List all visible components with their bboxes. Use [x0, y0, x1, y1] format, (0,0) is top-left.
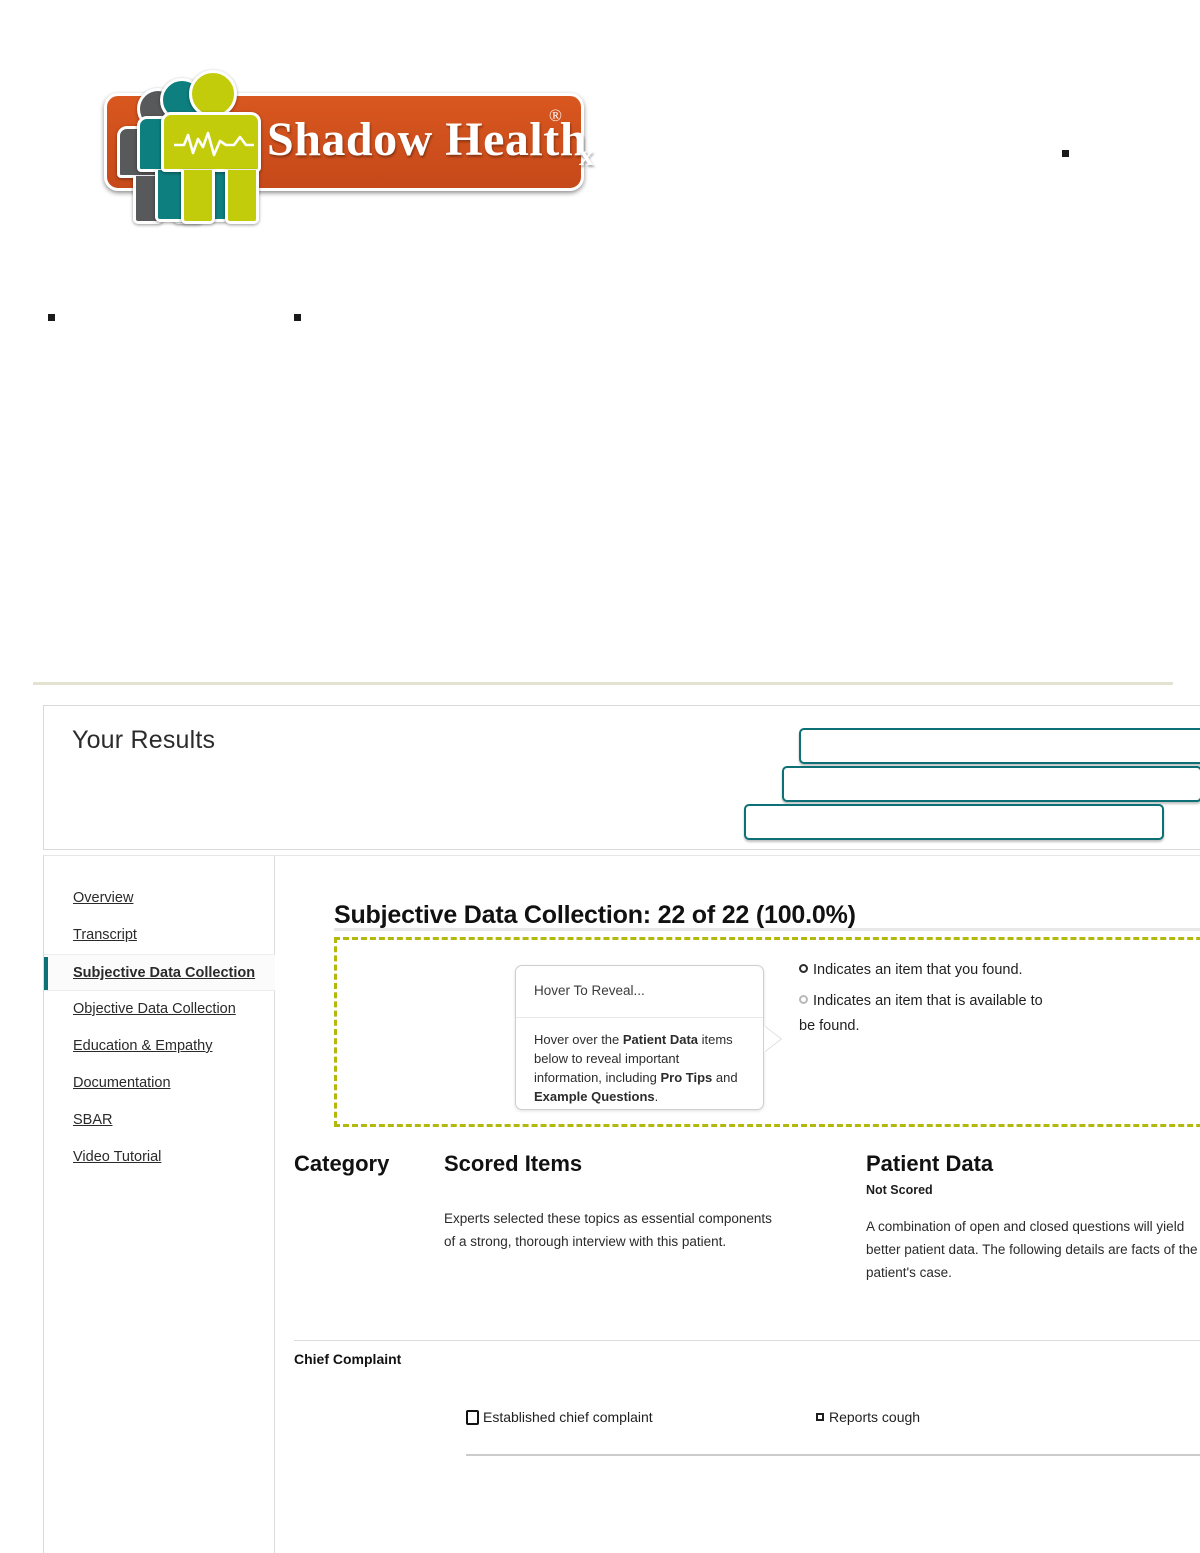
column-scored-items: Scored Items Experts selected these topi…: [444, 1151, 774, 1253]
hover-instruction-box: Hover To Reveal... Hover over the Patien…: [334, 937, 1200, 1127]
ekg-line-icon: [174, 131, 254, 157]
table-row-separator: [294, 1340, 1200, 1341]
results-action-button-1[interactable]: [799, 728, 1200, 764]
bullet-dot-mid: [294, 314, 301, 321]
hover-to-reveal-card[interactable]: Hover To Reveal... Hover over the Patien…: [515, 965, 781, 1110]
checkbox-icon[interactable]: [466, 1410, 479, 1425]
sidebar-item-sbar[interactable]: SBAR: [44, 1102, 275, 1139]
legend-found-row: Indicates an item that you found.: [799, 958, 1049, 983]
sidebar-item-transcript[interactable]: Transcript: [44, 917, 275, 954]
column-patient-data-heading: Patient Data: [866, 1151, 994, 1176]
sidebar-item-objective-data-collection[interactable]: Objective Data Collection: [44, 991, 275, 1028]
logo-wordmark-text: Shadow Health: [267, 113, 587, 166]
table-row-scored-item-label: Established chief complaint: [483, 1409, 653, 1425]
hover-body-text-4: .: [654, 1089, 659, 1104]
column-scored-items-heading: Scored Items: [444, 1151, 583, 1176]
results-page: Shadow Healthx ® Your Results Overview T…: [0, 0, 1200, 1553]
tooltip-arrow-icon: [764, 1026, 781, 1052]
results-action-button-2[interactable]: [782, 766, 1200, 802]
sidebar-item-overview[interactable]: Overview: [44, 880, 275, 917]
hover-body-bold-1: Patient Data: [622, 1032, 699, 1047]
hover-card-header: Hover To Reveal...: [516, 966, 763, 1018]
hover-body-bold-3: Example Questions: [534, 1089, 655, 1104]
column-category-heading: Category: [294, 1151, 390, 1176]
logo-wordmark: Shadow Healthx: [267, 113, 595, 172]
table-row-patient-data[interactable]: Reports cough: [816, 1409, 920, 1425]
results-content-panel: Overview Transcript Subjective Data Coll…: [43, 855, 1200, 1553]
found-marker-icon: [816, 1413, 824, 1421]
bullet-dot-left: [48, 314, 55, 321]
results-sidebar: Overview Transcript Subjective Data Coll…: [44, 856, 275, 1553]
column-category: Category: [294, 1151, 389, 1183]
hover-body-text-1: Hover over the: [534, 1032, 623, 1047]
table-row-category-label: Chief Complaint: [294, 1351, 402, 1367]
table-row-bottom-rule: [466, 1454, 1200, 1456]
shadow-health-logo[interactable]: Shadow Healthx ®: [97, 68, 594, 224]
available-marker-icon: [799, 995, 808, 1004]
sidebar-item-documentation[interactable]: Documentation: [44, 1065, 275, 1102]
sidebar-item-video-tutorial[interactable]: Video Tutorial: [44, 1139, 275, 1176]
table-row-scored-item[interactable]: Established chief complaint: [466, 1409, 653, 1425]
subjective-data-collection-content: Subjective Data Collection: 22 of 22 (10…: [276, 856, 1200, 1553]
sidebar-nav-list: Overview Transcript Subjective Data Coll…: [44, 880, 275, 1176]
results-action-button-3[interactable]: [744, 804, 1164, 840]
page-title: Your Results: [72, 726, 216, 754]
section-heading: Subjective Data Collection: 22 of 22 (10…: [334, 900, 856, 929]
heading-underline: [334, 928, 1200, 931]
legend-found-label: Indicates an item that you found.: [813, 962, 1023, 978]
table-row-patient-data-label: Reports cough: [829, 1409, 921, 1425]
marker-legend: Indicates an item that you found. Indica…: [799, 958, 1049, 1045]
column-scored-items-spacer: [444, 1183, 774, 1207]
registered-mark-icon: ®: [549, 106, 562, 125]
hover-body-bold-2: Pro Tips: [660, 1070, 713, 1085]
legend-available-row: Indicates an item that is available to b…: [799, 989, 1049, 1039]
column-patient-data-description: A combination of open and closed questio…: [866, 1219, 1198, 1280]
hover-body-text-3: and: [712, 1070, 738, 1085]
your-results-card: Your Results: [43, 705, 1200, 850]
legend-available-label: Indicates an item that is available to b…: [799, 993, 1043, 1034]
found-marker-icon: [799, 964, 808, 973]
column-patient-data-subheading: Not Scored: [866, 1183, 933, 1197]
bullet-dot-top-right: [1062, 150, 1069, 157]
section-divider: [33, 682, 1173, 685]
hover-card-body: Hover over the Patient Data items below …: [516, 1018, 763, 1106]
sidebar-item-education-empathy[interactable]: Education & Empathy: [44, 1028, 275, 1065]
column-scored-items-description: Experts selected these topics as essenti…: [444, 1211, 772, 1249]
column-patient-data: Patient Data Not Scored A combination of…: [866, 1151, 1200, 1284]
sidebar-item-subjective-data-collection[interactable]: Subjective Data Collection: [44, 954, 275, 991]
